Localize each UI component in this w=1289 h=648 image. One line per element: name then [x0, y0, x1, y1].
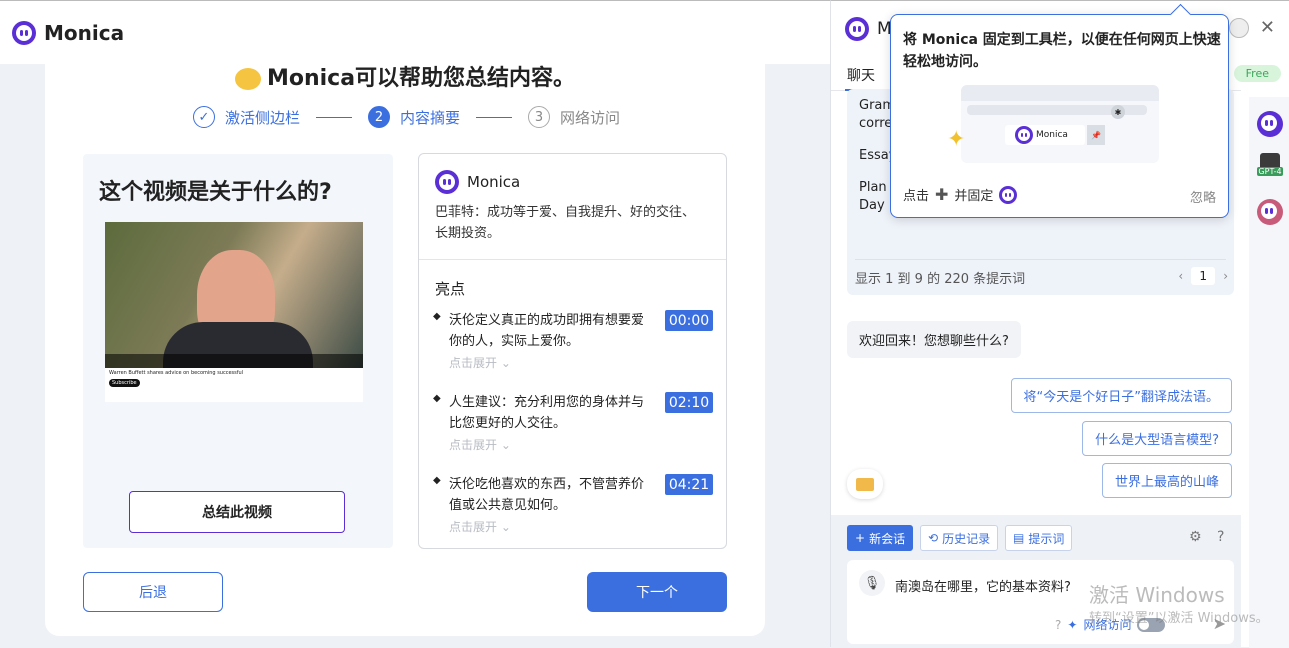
chat-input-text[interactable]: 南澳岛在哪里，它的基本资料?	[895, 576, 1071, 595]
brand: Monica	[12, 21, 124, 45]
puzzle-icon: ✚	[935, 185, 949, 204]
step-1-check-icon: ✓	[193, 106, 215, 128]
suggestion-chip[interactable]: 将“今天是个好日子”翻译成法语。	[1010, 378, 1232, 413]
welcome-message: 欢迎回来！您想聊些什么?	[847, 321, 1021, 358]
stepper: ✓ 激活侧边栏 2 内容摘要 3 网络访问	[193, 106, 620, 128]
timestamp-button[interactable]: 02:10	[665, 392, 713, 413]
popover-instruction: 点击 ✚ 并固定	[903, 185, 1018, 204]
avatar[interactable]	[1229, 18, 1249, 38]
diamond-icon: ◆	[433, 475, 441, 486]
step-2-label: 内容摘要	[400, 108, 461, 127]
highlight-text: 人生建议：充分利用您的身体并与比您更好的人交往。	[449, 395, 645, 431]
step-3-number: 3	[528, 106, 551, 128]
highlight-text: 沃伦定义真正的成功即拥有想要爱你的人，实际上爱你。	[449, 313, 645, 349]
top-bar: Monica	[0, 0, 830, 64]
monica-logo-icon	[12, 21, 36, 45]
summary-header: Monica	[435, 170, 520, 194]
diamond-icon: ◆	[433, 311, 441, 322]
ignore-button[interactable]: 忽略	[1190, 187, 1216, 206]
video-demo-panel: 这个视频是关于什么的? Warren Buffett shares advice…	[83, 154, 393, 548]
subscribe-badge: Subscribe	[109, 379, 140, 387]
settings-icon[interactable]: ⚙	[1189, 529, 1202, 545]
history-button[interactable]: ⟲ 历史记录	[920, 525, 999, 551]
emoji-icon	[234, 68, 261, 90]
expand-link[interactable]: 点击展开 ⌄	[449, 518, 511, 535]
video-controls	[105, 354, 363, 368]
gpt4-model-icon[interactable]: GPT-4	[1257, 153, 1283, 179]
step-divider	[476, 116, 513, 118]
expand-link[interactable]: 点击展开 ⌄	[449, 436, 511, 453]
suggestion-chip[interactable]: 世界上最高的山峰	[1101, 463, 1232, 498]
step-2-number: 2	[368, 106, 391, 128]
timestamp-button[interactable]: 04:21	[665, 474, 713, 495]
history-icon: ⟲	[928, 531, 939, 545]
prompt-item[interactable]: Plan	[859, 179, 887, 197]
step-divider	[316, 116, 353, 118]
divider	[419, 259, 726, 260]
bot-model-icon[interactable]	[1257, 199, 1283, 225]
diamond-icon: ◆	[433, 393, 441, 404]
prompt-item[interactable]: Day	[859, 197, 885, 215]
windows-watermark: 激活 Windows	[1089, 583, 1225, 607]
pager: ‹ 1 ›	[1178, 267, 1228, 285]
back-button[interactable]: 后退	[83, 572, 223, 612]
suggestion-chip[interactable]: 什么是大型语言模型?	[1082, 421, 1232, 456]
expand-link[interactable]: 点击展开 ⌄	[449, 354, 511, 371]
summary-description: 巴菲特：成功等于爱、自我提升、好的交往、长期投资。	[435, 205, 696, 241]
monica-logo-icon	[1015, 126, 1033, 144]
monica-model-icon[interactable]	[1257, 111, 1283, 137]
tab-chat[interactable]: 聊天	[847, 65, 875, 85]
popover-title: 将 Monica 固定到工具栏，以便在任何网页上快速轻松地访问。	[903, 32, 1221, 70]
monica-logo-icon	[845, 17, 869, 41]
highlight-text: 沃伦吃他喜欢的东西，不管营养价值或公共意见如何。	[449, 477, 645, 513]
sidebar-header: M	[845, 17, 892, 41]
monica-logo-icon	[435, 170, 459, 194]
prompts-button[interactable]: ▤ 提示词	[1005, 525, 1073, 551]
sparkle-icon: ✦	[947, 127, 966, 152]
page-title: Monica可以帮助您总结内容。	[45, 60, 765, 92]
demo-question: 这个视频是关于什么的?	[99, 180, 332, 205]
brand-name: Monica	[44, 21, 125, 45]
free-badge: Free	[1233, 65, 1281, 82]
microphone-icon[interactable]: 🎙	[859, 570, 885, 596]
extension-chip: Monica	[1005, 125, 1085, 145]
model-rail: GPT-4	[1249, 97, 1289, 648]
help-circle-icon[interactable]: ?	[1055, 618, 1061, 632]
puzzle-icon: ✱	[1111, 105, 1125, 119]
pin-icon: 📌	[1087, 125, 1105, 145]
video-thumbnail	[105, 222, 363, 368]
onboarding-card: Monica可以帮助您总结内容。 ✓ 激活侧边栏 2 内容摘要 3 网络访问 这…	[45, 64, 765, 636]
page-number[interactable]: 1	[1191, 267, 1216, 285]
book-icon[interactable]	[847, 469, 883, 499]
close-icon[interactable]: ✕	[1260, 17, 1275, 38]
summary-brand: Monica	[467, 173, 521, 191]
new-chat-button[interactable]: + 新会话	[847, 525, 914, 551]
step-3-label: 网络访问	[560, 108, 621, 127]
chevron-left-icon[interactable]: ‹	[1178, 269, 1183, 283]
timestamp-button[interactable]: 00:00	[665, 310, 713, 331]
video-meta: Warren Buffett shares advice on becoming…	[105, 368, 363, 402]
summary-panel: Monica 巴菲特：成功等于爱、自我提升、好的交往、长期投资。 亮点 ◆ 沃伦…	[418, 153, 727, 549]
prompt-icon: ▤	[1013, 531, 1025, 545]
step-1-label: 激活侧边栏	[225, 108, 301, 127]
pin-toolbar-popover: 将 Monica 固定到工具栏，以便在任何网页上快速轻松地访问。 ✱ Monic…	[890, 14, 1229, 218]
pin-illustration: ✱ Monica 📌	[961, 85, 1159, 163]
highlights-heading: 亮点	[435, 280, 466, 298]
prompt-item[interactable]: corre	[859, 115, 892, 133]
chevron-right-icon[interactable]: ›	[1223, 269, 1228, 283]
sparkle-icon: ✦	[1067, 617, 1078, 632]
plus-icon: +	[855, 531, 866, 545]
windows-watermark-sub: 转到“设置”以激活 Windows。	[1089, 611, 1269, 626]
prompt-count: 显示 1 到 9 的 220 条提示词	[855, 259, 1226, 287]
help-icon[interactable]: ?	[1217, 529, 1224, 545]
next-button[interactable]: 下一个	[587, 572, 727, 612]
monica-logo-icon	[999, 185, 1018, 204]
summarize-video-button[interactable]: 总结此视频	[129, 491, 345, 533]
